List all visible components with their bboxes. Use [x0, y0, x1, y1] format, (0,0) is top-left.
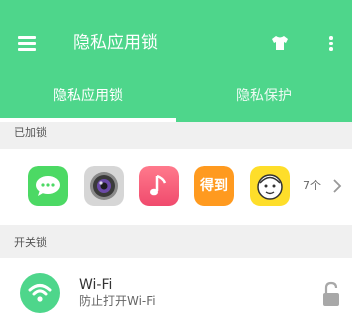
camera-app-icon[interactable]	[84, 166, 124, 206]
face-app-icon[interactable]	[250, 166, 290, 206]
music-app-icon[interactable]	[139, 166, 179, 206]
chevron-right-icon[interactable]	[332, 178, 342, 194]
menu-icon[interactable]	[14, 30, 40, 56]
locked-apps-card[interactable]: 得到 7个	[0, 149, 352, 225]
tab-privacy-app-lock[interactable]: 隐私应用锁	[0, 72, 176, 122]
tab-indicator	[0, 118, 176, 122]
app-bar: 隐私应用锁 隐私应用锁 隐私保护	[0, 0, 352, 122]
page-title: 隐私应用锁	[73, 33, 158, 53]
more-vertical-icon[interactable]	[318, 30, 344, 56]
locked-app-count: 7个	[303, 179, 321, 192]
tab-label: 隐私保护	[236, 88, 292, 104]
tab-privacy-protection[interactable]: 隐私保护	[176, 72, 352, 122]
row-subtitle: 防止打开Wi-Fi	[79, 294, 156, 308]
toolbar: 隐私应用锁	[0, 0, 352, 72]
dedao-app-icon[interactable]: 得到	[194, 166, 234, 206]
messages-app-icon[interactable]	[28, 166, 68, 206]
dedao-app-label: 得到	[200, 178, 228, 194]
wifi-icon	[20, 273, 60, 313]
list-item-wifi[interactable]: Wi-Fi 防止打开Wi-Fi	[0, 258, 352, 329]
section-label-locked: 已加锁	[14, 126, 47, 139]
tab-label: 隐私应用锁	[53, 88, 123, 104]
tshirt-icon[interactable]	[267, 30, 293, 56]
row-title: Wi-Fi	[79, 277, 113, 293]
lock-icon[interactable]	[320, 280, 342, 308]
section-label-switch-lock: 开关锁	[14, 236, 47, 249]
